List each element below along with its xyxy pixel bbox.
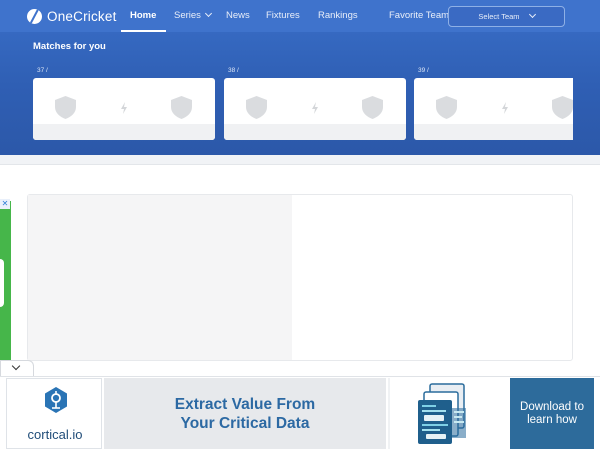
banner-headline-line1: Extract Value From <box>174 395 316 413</box>
band-divider <box>0 155 600 165</box>
banner-cta-line2: learn how <box>527 413 577 426</box>
document-stack-icon <box>418 383 466 444</box>
nav-series[interactable]: Series <box>174 0 212 32</box>
match-number: 38 / <box>228 67 239 74</box>
match-card-footer <box>33 124 215 140</box>
match-number: 39 / <box>418 67 429 74</box>
brand-name: OneCricket <box>47 8 117 24</box>
nav-active-indicator <box>121 30 166 32</box>
team-shield-icon <box>362 96 383 119</box>
nav-series-label: Series <box>174 10 201 21</box>
side-ad-strip[interactable] <box>0 201 11 362</box>
match-card[interactable] <box>224 78 406 140</box>
banner-cta-line1: Download to <box>520 400 584 413</box>
lightning-icon <box>502 102 508 114</box>
matches-section-title: Matches for you <box>33 41 106 52</box>
banner-cta-button[interactable]: Download to learn how <box>510 378 594 449</box>
team-shield-icon <box>436 96 457 119</box>
collapse-ad-button[interactable] <box>0 360 34 376</box>
ad-placeholder <box>27 194 573 361</box>
lightning-icon <box>312 102 318 114</box>
team-shield-icon <box>552 96 573 119</box>
match-card-footer <box>224 124 406 140</box>
cricket-ball-icon <box>27 8 42 24</box>
team-shield-icon <box>171 96 192 119</box>
lightning-icon <box>121 102 127 114</box>
match-card[interactable] <box>414 78 573 140</box>
banner-document-image[interactable] <box>388 378 506 449</box>
select-team-label: Select Team <box>478 12 520 21</box>
banner-headline[interactable]: Extract Value From Your Critical Data <box>104 378 386 449</box>
banner-headline-line2: Your Critical Data <box>180 414 310 432</box>
banner-brand-name: cortical.io <box>27 427 83 442</box>
match-number: 37 / <box>37 67 48 74</box>
brand-logo[interactable]: OneCricket <box>27 8 117 24</box>
chevron-down-icon <box>528 10 536 19</box>
favorite-team-label: Favorite Team <box>389 10 450 21</box>
chevron-down-icon <box>204 9 212 18</box>
hexagon-logo-icon <box>45 387 67 413</box>
team-shield-icon <box>55 96 76 119</box>
match-card-footer <box>414 124 573 140</box>
banner-brand-logo[interactable]: cortical.io <box>6 378 102 449</box>
nav-news[interactable]: News <box>226 0 250 32</box>
nav-fixtures[interactable]: Fixtures <box>266 0 300 32</box>
nav-rankings[interactable]: Rankings <box>318 0 358 32</box>
close-icon[interactable]: ✕ <box>0 199 10 209</box>
nav-home[interactable]: Home <box>130 0 156 32</box>
top-nav: OneCricket Home Series News Fixtures Ran… <box>0 0 600 32</box>
chevron-down-icon <box>11 361 21 371</box>
ad-placeholder-media <box>28 195 292 360</box>
select-team-dropdown[interactable]: Select Team <box>448 6 565 27</box>
match-card[interactable] <box>33 78 215 140</box>
team-shield-icon <box>246 96 267 119</box>
